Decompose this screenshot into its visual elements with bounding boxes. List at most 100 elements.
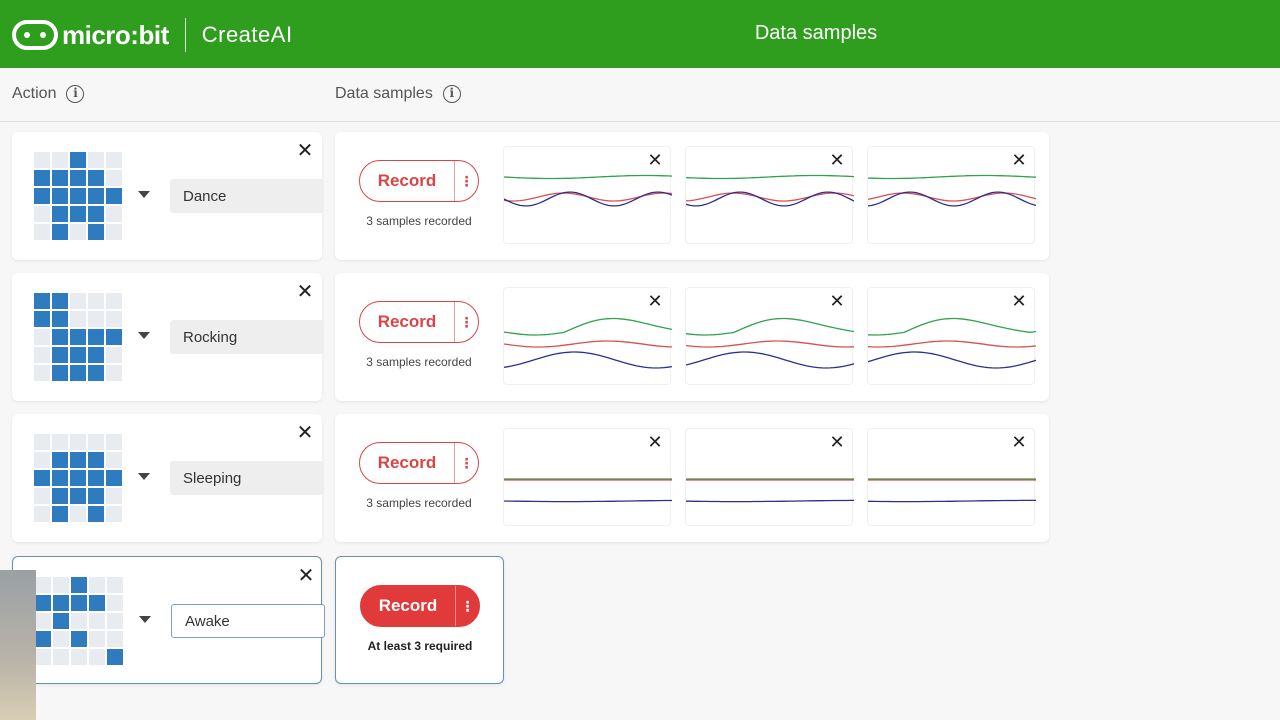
led-cell[interactable] [34, 170, 50, 186]
led-cell[interactable] [71, 613, 87, 629]
led-cell[interactable] [70, 347, 86, 363]
led-cell[interactable] [89, 577, 105, 593]
led-cell[interactable] [106, 224, 122, 240]
led-cell[interactable] [106, 347, 122, 363]
led-cell[interactable] [34, 311, 50, 327]
led-cell[interactable] [53, 613, 69, 629]
led-cell[interactable] [88, 434, 104, 450]
led-cell[interactable] [106, 152, 122, 168]
info-icon[interactable]: i [442, 85, 461, 103]
led-cell[interactable] [70, 152, 86, 168]
led-cell[interactable] [106, 470, 122, 486]
close-icon[interactable]: ✕ [646, 151, 664, 169]
led-cell[interactable] [106, 365, 122, 381]
led-cell[interactable] [88, 506, 104, 522]
action-name-input[interactable] [170, 320, 324, 354]
led-cell[interactable] [52, 329, 68, 345]
led-pattern-grid[interactable] [34, 434, 122, 522]
close-icon[interactable]: ✕ [1010, 433, 1028, 451]
more-options-icon[interactable]: ⋮ [455, 173, 478, 190]
sample-graph[interactable]: ✕ [867, 428, 1036, 526]
led-cell[interactable] [70, 311, 86, 327]
more-options-icon[interactable]: ⋮ [455, 314, 478, 331]
led-pattern-grid[interactable] [34, 293, 122, 381]
led-cell[interactable] [107, 595, 123, 611]
close-icon[interactable]: ✕ [1010, 292, 1028, 310]
led-cell[interactable] [52, 293, 68, 309]
led-cell[interactable] [70, 434, 86, 450]
close-icon[interactable]: ✕ [828, 433, 846, 451]
led-cell[interactable] [34, 434, 50, 450]
led-cell[interactable] [70, 293, 86, 309]
led-pattern-grid[interactable] [34, 152, 122, 240]
led-cell[interactable] [34, 293, 50, 309]
sample-graph[interactable]: ✕ [503, 287, 672, 385]
led-cell[interactable] [34, 365, 50, 381]
led-cell[interactable] [71, 595, 87, 611]
led-cell[interactable] [34, 152, 50, 168]
close-icon[interactable]: ✕ [1010, 151, 1028, 169]
sample-graph[interactable]: ✕ [503, 428, 672, 526]
led-cell[interactable] [88, 152, 104, 168]
led-cell[interactable] [88, 206, 104, 222]
led-cell[interactable] [89, 631, 105, 647]
led-cell[interactable] [52, 470, 68, 486]
close-icon[interactable]: ✕ [296, 282, 314, 302]
sample-graph[interactable]: ✕ [685, 146, 854, 244]
led-cell[interactable] [106, 188, 122, 204]
close-icon[interactable]: ✕ [296, 141, 314, 161]
led-cell[interactable] [52, 506, 68, 522]
record-button[interactable]: Record ⋮ [359, 160, 479, 202]
led-cell[interactable] [71, 649, 87, 665]
led-cell[interactable] [106, 206, 122, 222]
led-cell[interactable] [88, 347, 104, 363]
led-cell[interactable] [34, 506, 50, 522]
led-cell[interactable] [71, 577, 87, 593]
led-cell[interactable] [52, 452, 68, 468]
close-icon[interactable]: ✕ [646, 292, 664, 310]
info-icon[interactable]: i [66, 85, 85, 103]
led-cell[interactable] [70, 206, 86, 222]
led-cell[interactable] [89, 649, 105, 665]
led-cell[interactable] [106, 452, 122, 468]
led-cell[interactable] [34, 470, 50, 486]
led-cell[interactable] [35, 613, 51, 629]
led-cell[interactable] [52, 365, 68, 381]
led-cell[interactable] [107, 649, 123, 665]
led-cell[interactable] [70, 188, 86, 204]
led-cell[interactable] [34, 452, 50, 468]
action-name-input[interactable] [170, 461, 324, 495]
close-icon[interactable]: ✕ [297, 566, 315, 586]
led-cell[interactable] [107, 613, 123, 629]
led-cell[interactable] [106, 311, 122, 327]
sample-graph[interactable]: ✕ [867, 287, 1036, 385]
chevron-down-icon[interactable] [138, 332, 150, 339]
record-button[interactable]: Record ⋮ [359, 301, 479, 343]
led-cell[interactable] [34, 329, 50, 345]
led-cell[interactable] [106, 293, 122, 309]
led-cell[interactable] [52, 206, 68, 222]
led-cell[interactable] [52, 488, 68, 504]
led-cell[interactable] [53, 595, 69, 611]
led-cell[interactable] [35, 577, 51, 593]
led-cell[interactable] [70, 488, 86, 504]
sample-graph[interactable]: ✕ [503, 146, 672, 244]
led-cell[interactable] [88, 329, 104, 345]
led-cell[interactable] [53, 649, 69, 665]
led-cell[interactable] [88, 224, 104, 240]
led-cell[interactable] [52, 224, 68, 240]
led-cell[interactable] [53, 631, 69, 647]
led-cell[interactable] [70, 224, 86, 240]
action-name-input[interactable] [171, 604, 325, 638]
led-cell[interactable] [52, 311, 68, 327]
led-cell[interactable] [34, 224, 50, 240]
chevron-down-icon[interactable] [139, 616, 151, 623]
led-cell[interactable] [52, 434, 68, 450]
led-cell[interactable] [88, 188, 104, 204]
led-cell[interactable] [106, 434, 122, 450]
led-cell[interactable] [70, 365, 86, 381]
more-options-icon[interactable]: ⋮ [455, 455, 478, 472]
led-cell[interactable] [89, 613, 105, 629]
led-cell[interactable] [53, 577, 69, 593]
led-cell[interactable] [88, 365, 104, 381]
